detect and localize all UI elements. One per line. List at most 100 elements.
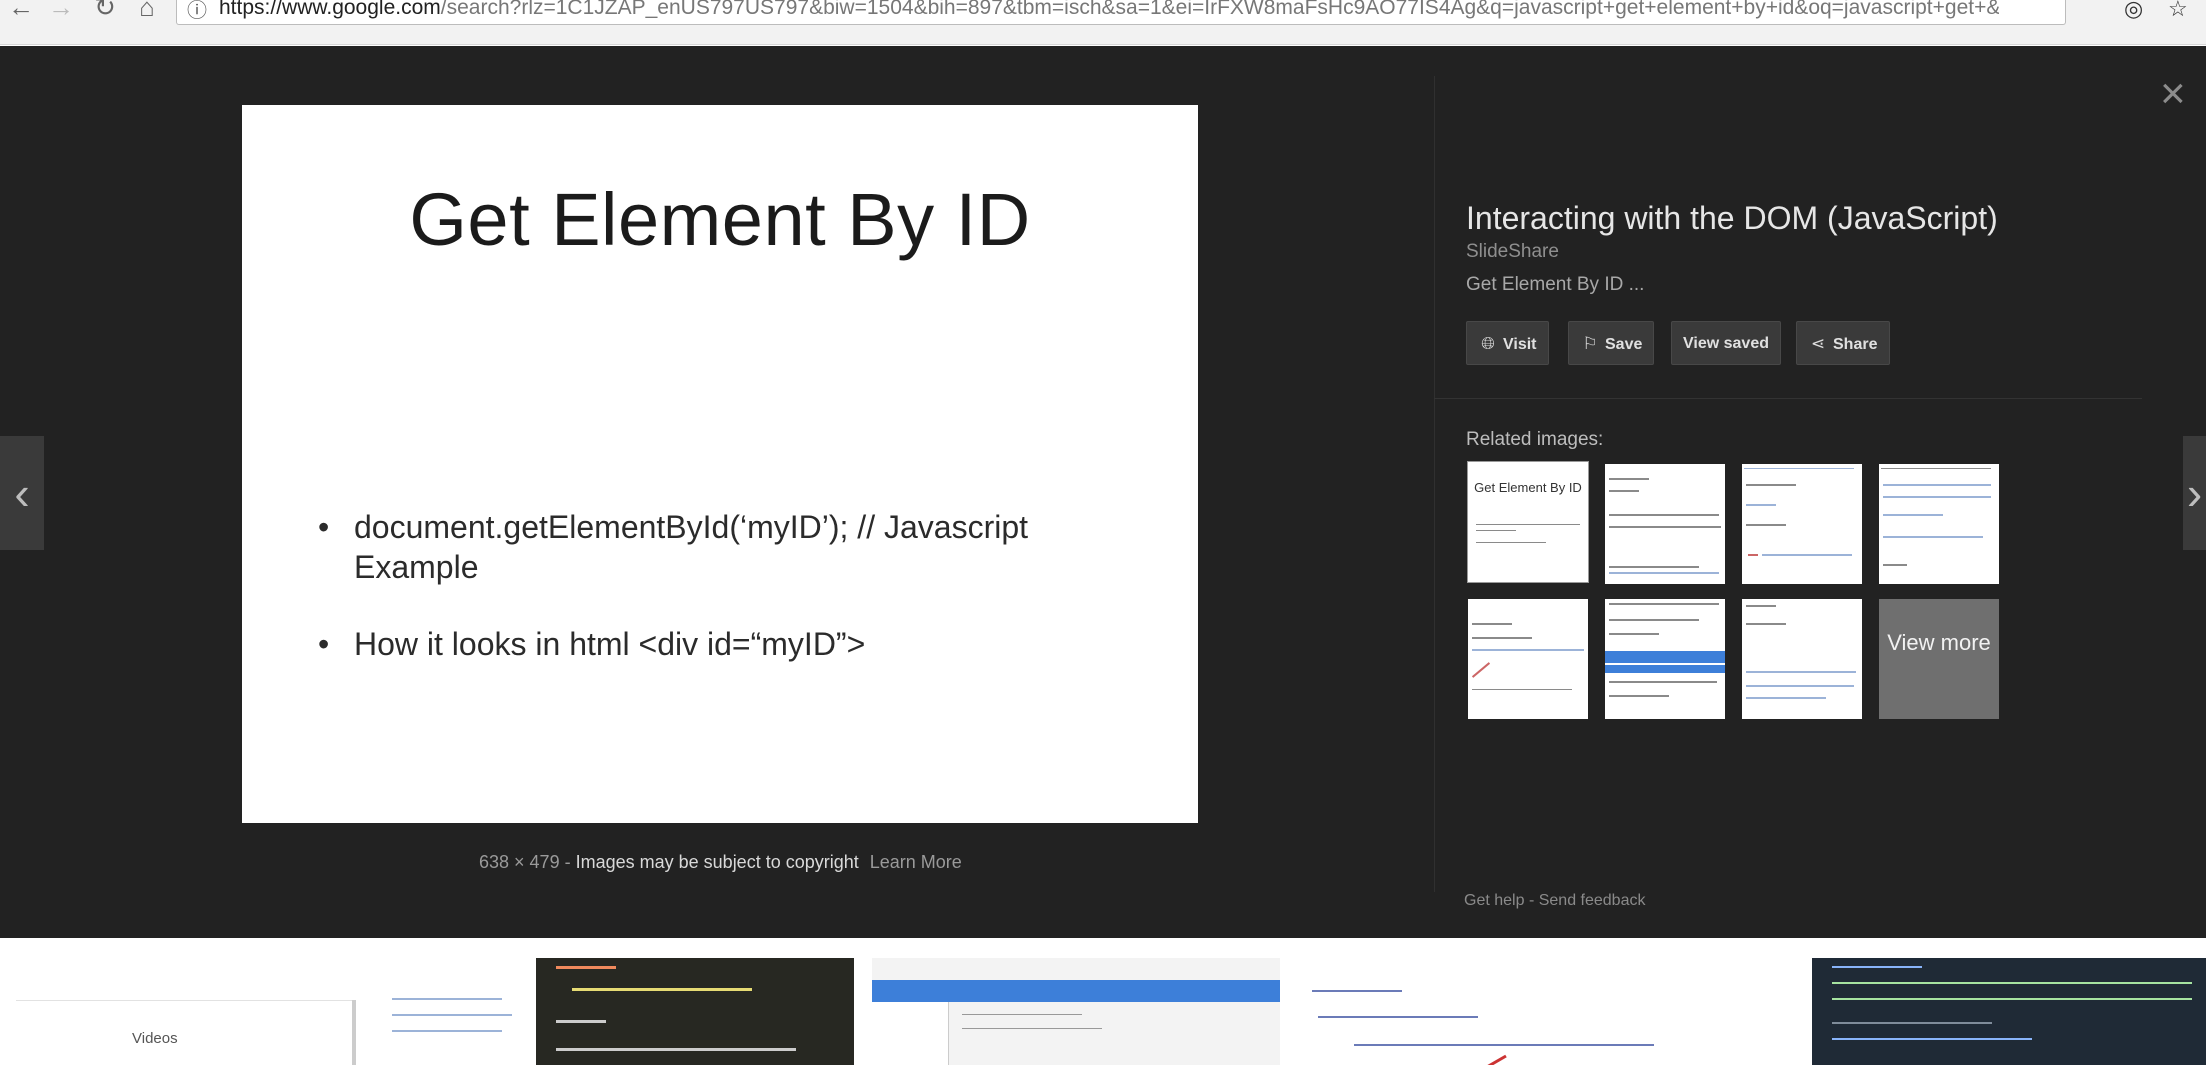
thumbnail-line xyxy=(392,1014,512,1016)
preview-image[interactable]: Get Element By ID • document.getElementB… xyxy=(242,105,1198,823)
thumbnail-line xyxy=(1609,514,1719,516)
home-icon[interactable]: ⌂ xyxy=(130,0,164,20)
result-thumbnail[interactable] xyxy=(872,958,1280,1065)
thumbnail-line xyxy=(1746,697,1826,699)
copyright-notice: Images may be subject to copyright xyxy=(575,852,859,872)
related-thumbnail[interactable] xyxy=(1468,599,1588,719)
thumbnail-line xyxy=(1609,603,1719,605)
thumbnail-line xyxy=(1883,496,1991,498)
thumbnail-line xyxy=(556,1020,606,1023)
related-thumbnail[interactable] xyxy=(1605,464,1725,584)
related-thumbnail[interactable] xyxy=(1742,464,1862,584)
thumbnail-line xyxy=(1883,564,1907,566)
result-thumbnail[interactable]: Videos xyxy=(16,958,518,1065)
related-thumbnail[interactable]: Get Element By ID xyxy=(1467,461,1589,583)
thumbnail-line xyxy=(1472,623,1512,625)
related-thumbnail[interactable] xyxy=(1605,599,1725,719)
section-divider xyxy=(1434,398,2142,399)
thumbnail-line xyxy=(1609,490,1639,492)
thumbnail-line xyxy=(1832,1038,2032,1040)
url-path: /search?rlz=1C1JZAP_enUS797US797&biw=150… xyxy=(440,0,1999,19)
related-images-label: Related images: xyxy=(1466,429,1604,450)
share-label: Share xyxy=(1833,336,1878,353)
thumbnail-line xyxy=(962,1014,1082,1015)
thumbnail-line xyxy=(1746,524,1786,526)
visit-label: Visit xyxy=(1503,336,1537,353)
thumbnail-line xyxy=(1748,554,1758,556)
view-more-label: View more xyxy=(1887,630,1991,655)
thumbnail-line xyxy=(1746,671,1856,673)
related-thumbnail[interactable] xyxy=(1879,464,1999,584)
thumbnail-line xyxy=(1471,662,1491,678)
thumbnail-sidebar xyxy=(872,1002,949,1065)
thumbnail-line xyxy=(1746,623,1786,625)
bookmark-star-icon[interactable]: ☆ xyxy=(2168,0,2188,22)
globe-icon: 🌐︎ xyxy=(1481,334,1495,353)
thumbnail-line xyxy=(1354,1044,1654,1046)
thumbnail-line xyxy=(1832,1022,1992,1024)
thumbnail-line xyxy=(1609,526,1721,528)
divider xyxy=(16,1000,356,1001)
bullet-icon: • xyxy=(318,509,330,545)
thumbnail-line xyxy=(1476,542,1546,543)
send-feedback-link[interactable]: Send feedback xyxy=(1539,892,1646,909)
location-icon[interactable]: ◎ xyxy=(2124,0,2143,22)
view-more-button[interactable]: View more xyxy=(1879,599,1999,719)
save-button[interactable]: ⚐ Save xyxy=(1568,321,1654,365)
thumbnail-line xyxy=(1883,514,1943,516)
view-saved-button[interactable]: View saved xyxy=(1671,321,1781,365)
learn-more-link[interactable]: Learn More xyxy=(870,852,962,872)
info-icon: ⓘ xyxy=(187,0,207,22)
close-icon[interactable]: × xyxy=(2160,72,2186,116)
result-thumbnail[interactable] xyxy=(536,958,854,1065)
result-title[interactable]: Interacting with the DOM (JavaScript) xyxy=(1466,200,1998,237)
url-host: https://www.google.com xyxy=(219,0,441,19)
bookmark-icon: ⚐ xyxy=(1582,334,1598,353)
share-icon: ⋖ xyxy=(1810,334,1826,353)
thumbnail-line xyxy=(1832,966,1922,968)
thumbnail-line xyxy=(1472,637,1532,639)
thumbnail-line xyxy=(1746,504,1776,506)
thumbnail-line xyxy=(1476,524,1580,525)
result-thumbnail[interactable] xyxy=(1812,958,2206,1065)
result-thumbnail[interactable] xyxy=(1298,958,1808,1065)
panel-divider xyxy=(1434,76,1435,892)
result-source[interactable]: SlideShare xyxy=(1466,241,1559,263)
thumbnail-line xyxy=(1883,484,1991,486)
thumbnail-line xyxy=(1472,689,1572,690)
forward-icon[interactable]: → xyxy=(44,0,78,20)
thumbnail-line xyxy=(1609,681,1717,683)
thumbnail-header xyxy=(872,980,1280,1002)
thumbnail-line xyxy=(1609,572,1719,574)
share-button[interactable]: ⋖ Share xyxy=(1796,321,1890,365)
related-thumbnail[interactable] xyxy=(1742,599,1862,719)
slide-title: Get Element By ID xyxy=(409,178,1031,261)
thumbnail-line xyxy=(1609,695,1669,697)
visit-button[interactable]: 🌐︎ Visit xyxy=(1466,321,1549,365)
thumbnail-line xyxy=(1318,1016,1478,1018)
thumbnail-highlight xyxy=(1605,665,1725,673)
thumbnail-line xyxy=(572,988,752,991)
back-icon[interactable]: ← xyxy=(4,0,38,20)
thumbnail-line xyxy=(1609,633,1659,635)
slide-bullet-text: How it looks in html <div id=“myID”> xyxy=(354,626,866,662)
thumbnail-line xyxy=(1883,536,1983,538)
reload-icon[interactable]: ↻ xyxy=(88,0,122,20)
address-bar[interactable]: ⓘ https://www.google.com/search?rlz=1C1J… xyxy=(176,0,2066,25)
thumbnail-line xyxy=(1746,605,1776,607)
previous-arrow-icon[interactable]: ‹ xyxy=(0,436,44,550)
slide-bullet-text: document.getElementById(‘myID’); // Java… xyxy=(354,509,1029,585)
thumbnail-line xyxy=(1832,982,2192,984)
thumbnail-line xyxy=(1476,530,1516,531)
url-text[interactable]: https://www.google.com/search?rlz=1C1JZA… xyxy=(219,0,1999,20)
thumbnail-line xyxy=(1609,566,1699,568)
viewer-pointer xyxy=(1128,80,1154,93)
thumbnail-line xyxy=(392,998,502,1000)
thumbnail-line xyxy=(392,1030,502,1032)
thumbnail-line xyxy=(1746,685,1854,687)
next-arrow-icon[interactable]: › xyxy=(2183,436,2206,550)
thumbnail-line xyxy=(556,966,616,969)
thumbnail-line xyxy=(1762,554,1852,556)
get-help-link[interactable]: Get help xyxy=(1464,892,1524,909)
thumbnail-line xyxy=(1881,468,1991,469)
